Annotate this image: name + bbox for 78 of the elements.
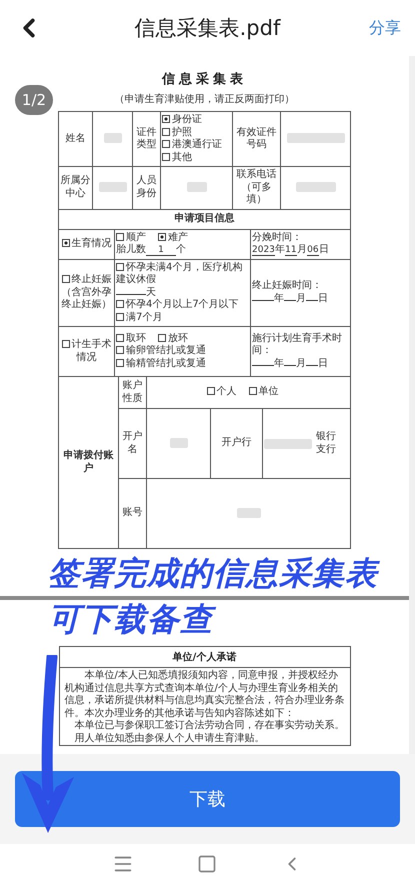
unit-label: 个 [176, 244, 186, 255]
field-label: 账号 [122, 507, 142, 518]
field-label: 开户名 [122, 431, 142, 454]
unit-label: 年 [274, 358, 284, 369]
handwritten-caption: 签署完成的信息采集表 [48, 553, 378, 594]
fill-in-line [252, 300, 274, 301]
field-label: 所属分中心 [60, 175, 90, 199]
option-label: 放环 [168, 332, 188, 344]
unit-label: 年 [274, 292, 284, 304]
section-title: 申请项目信息 [174, 212, 234, 224]
field-label: 终止妊娠时间： [252, 280, 322, 292]
field-label: 支行 [316, 444, 336, 454]
option-label: 难产 [168, 232, 188, 242]
field-hint: （可多填） [242, 182, 272, 205]
redacted-block [98, 182, 126, 192]
field-label: 银行 [316, 431, 336, 442]
fill-in-value: 2023 [252, 245, 275, 256]
option-label: 单位 [258, 386, 278, 398]
form-title: 信息采集表 [162, 70, 247, 88]
handwritten-caption: 可下载备查 [48, 596, 378, 642]
commitment-item: 用人单位知悉由参保人个人申请生育津贴。 [74, 732, 266, 745]
option-label: 输卵管结扎或复通 [126, 345, 206, 356]
field-label: 开户行 [222, 437, 252, 448]
field-label: 证件类型 [136, 126, 156, 150]
unit-label: 月 [296, 244, 307, 255]
option-label: 其他 [172, 152, 192, 162]
option-label: 护照 [172, 126, 192, 138]
option-label: 输精管结扎或复通 [126, 358, 206, 369]
download-button[interactable]: 下载 [15, 771, 400, 827]
fill-in-line [306, 364, 318, 366]
unit-label: 月 [296, 358, 306, 369]
square-icon[interactable] [197, 854, 218, 874]
unit-label: 月 [296, 292, 306, 304]
fill-in-value: 1 [146, 245, 176, 256]
fill-in-line [306, 300, 318, 301]
redacted-block [296, 182, 336, 192]
field-label: 联系电话 [236, 169, 276, 180]
field-label: 姓名 [66, 132, 86, 144]
unit-label: 年 [274, 244, 285, 255]
redacted-block [104, 133, 122, 144]
option-label: 个人 [216, 386, 236, 398]
field-label: 账户性质 [122, 380, 142, 404]
field-label: 分娩时间： [252, 232, 302, 242]
commitment-paragraph: 本单位/本人已知悉填报须知内容，同意申报，并授权经办机构通过信息共享方式查询本单位/个人与办理生育业务相关的信息，承诺所提供材料与信息均真实完整合法，符合办理业务条件。本次办理业务的其他承诺与告知内容陈述如下： [64, 668, 346, 720]
option-label: 身份证 [172, 114, 202, 125]
option-label: 顺产 [126, 232, 146, 242]
option-label: 港澳通行证 [172, 139, 222, 150]
unit-label: 天 [146, 286, 156, 298]
option-label: 终止妊娠（含宫外孕终止妊娠） [62, 274, 112, 310]
option-label: 满7个月 [126, 312, 162, 322]
field-label: 施行计划生育手术时间： [252, 332, 342, 356]
field-label: 人员身份 [136, 175, 156, 199]
redacted-block [236, 508, 260, 518]
commitment-item: 本单位已与参保职工签订合法劳动合同，存在事实劳动关系。 [74, 720, 346, 732]
section-title: 单位/个人承诺 [60, 647, 350, 668]
fill-in-value: 06 [306, 245, 319, 256]
unit-label: 日 [318, 244, 329, 255]
option-label: 生育情况 [72, 238, 112, 249]
option-label: 取环 [126, 332, 146, 344]
document-title: 信息采集表.pdf [134, 15, 280, 42]
fill-in-line [284, 300, 296, 301]
redacted-block [186, 182, 206, 192]
share-button[interactable]: 分享 [368, 18, 401, 38]
option-label: 计生手术情况 [72, 339, 112, 362]
fill-in-line [252, 364, 274, 366]
field-label: 有效证件号码 [236, 126, 276, 150]
fill-in-line [284, 364, 296, 366]
option-label: 怀孕4个月以上7个月以下 [126, 299, 239, 310]
redacted-block [264, 438, 312, 448]
redacted-block [286, 133, 344, 144]
option-label: 怀孕未满4个月，医疗机构建议休假 [116, 262, 242, 285]
fill-in-value: 11 [284, 245, 297, 256]
form-subtitle: （申请生育津贴使用，请正反两面打印） [114, 92, 294, 106]
field-label: 申请拨付账户 [64, 450, 114, 474]
field-label: 胎儿数 [116, 244, 146, 255]
redacted-block [170, 438, 188, 448]
unit-label: 日 [318, 292, 328, 304]
unit-label: 日 [318, 358, 328, 369]
